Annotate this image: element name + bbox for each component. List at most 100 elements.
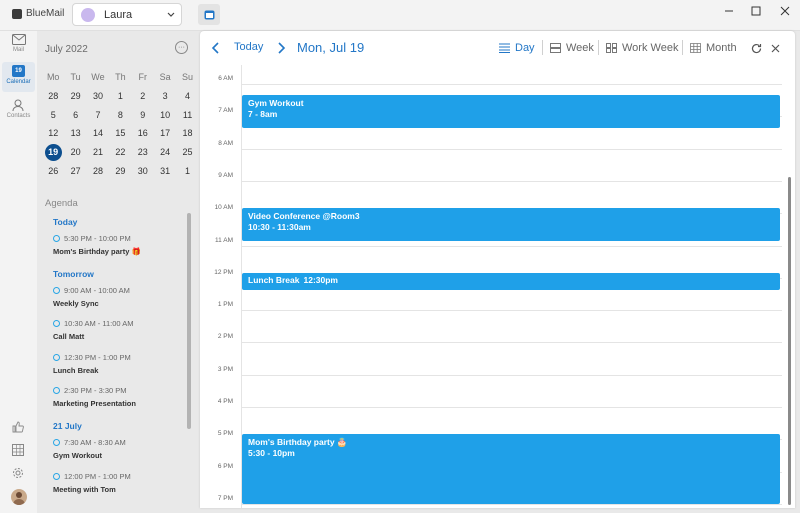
- close-calendar-button[interactable]: [768, 41, 782, 55]
- agenda-item-name[interactable]: Mom's Birthday party 🎁: [53, 247, 141, 256]
- agenda-time-text: 9:00 AM - 10:00 AM: [64, 285, 130, 295]
- mini-calendar-day[interactable]: 12: [42, 124, 64, 143]
- nav-item-contacts[interactable]: Contacts: [2, 96, 35, 126]
- mini-calendar-day[interactable]: 29: [64, 87, 86, 106]
- mini-calendar-day[interactable]: 20: [64, 143, 86, 162]
- agenda-item-time[interactable]: 7:30 AM - 8:30 AM: [53, 438, 126, 447]
- view-day-button[interactable]: Day: [499, 42, 535, 54]
- mini-calendar-day[interactable]: 29: [109, 161, 131, 180]
- day-number: 16: [137, 128, 148, 139]
- nav-item-calendar[interactable]: 19 Calendar: [2, 62, 35, 92]
- event-inline: Lunch Break 12:30pm: [248, 275, 774, 286]
- mini-calendar-day[interactable]: 16: [132, 124, 154, 143]
- hour-gridline: [241, 407, 782, 408]
- mini-calendar-day[interactable]: 17: [154, 124, 176, 143]
- mini-calendar-day[interactable]: 4: [176, 87, 198, 106]
- mini-calendar-day[interactable]: 28: [87, 161, 109, 180]
- day-number: 18: [182, 128, 193, 139]
- close-icon: [771, 44, 779, 52]
- mini-calendar-day[interactable]: 30: [132, 161, 154, 180]
- day-number: 20: [70, 147, 81, 158]
- view-separator: [542, 40, 543, 55]
- agenda-item-time[interactable]: 12:00 PM - 1:00 PM: [53, 472, 131, 481]
- mini-calendar-day[interactable]: 7: [87, 105, 109, 124]
- mini-calendar-day[interactable]: 8: [109, 105, 131, 124]
- mini-calendar-day[interactable]: 18: [176, 124, 198, 143]
- mini-calendar-day[interactable]: 23: [132, 143, 154, 162]
- view-month-button[interactable]: Month: [690, 42, 737, 54]
- app-name: BlueMail: [26, 8, 65, 19]
- agenda-item-time[interactable]: 2:30 PM - 3:30 PM: [53, 386, 127, 395]
- view-week-button[interactable]: Week: [550, 42, 594, 54]
- day-number: 28: [92, 165, 103, 176]
- settings-button[interactable]: [10, 465, 26, 481]
- feedback-button[interactable]: [10, 419, 26, 435]
- timeline-scrollbar[interactable]: [788, 177, 791, 505]
- agenda-item-name[interactable]: Lunch Break: [53, 366, 98, 375]
- mini-calendar-title: July 2022: [45, 44, 88, 55]
- mini-calendar-day[interactable]: 31: [154, 161, 176, 180]
- mini-calendar-day[interactable]: 14: [87, 124, 109, 143]
- mini-calendar-day[interactable]: 22: [109, 143, 131, 162]
- next-day-button[interactable]: [275, 41, 289, 55]
- day-number: 19: [44, 143, 62, 161]
- mini-calendar-day[interactable]: 21: [87, 143, 109, 162]
- mini-calendar-day[interactable]: 2: [132, 87, 154, 106]
- mini-calendar-day[interactable]: 26: [42, 161, 64, 180]
- previous-day-button[interactable]: [208, 41, 222, 55]
- mini-calendar-day[interactable]: 6: [64, 105, 86, 124]
- view-month-label: Month: [706, 42, 737, 54]
- maximize-button[interactable]: [741, 0, 771, 21]
- minimize-button[interactable]: [714, 0, 744, 21]
- agenda-item-name[interactable]: Gym Workout: [53, 451, 102, 460]
- agenda-time-text: 12:30 PM - 1:00 PM: [64, 352, 131, 362]
- hour-gridline: [241, 310, 782, 312]
- agenda-item-time[interactable]: 12:30 PM - 1:00 PM: [53, 353, 131, 362]
- mini-calendar-day[interactable]: 1: [176, 161, 198, 180]
- mini-calendar-day[interactable]: 28: [42, 87, 64, 106]
- calendar-toolbar: Today Mon, Jul 19 Day Week Work Week Mon…: [200, 31, 795, 65]
- agenda-item-name[interactable]: Meeting with Tom: [53, 485, 116, 494]
- mini-calendar-day[interactable]: 3: [154, 87, 176, 106]
- mini-calendar-day[interactable]: 10: [154, 105, 176, 124]
- agenda-item-name[interactable]: Call Matt: [53, 332, 84, 341]
- mini-calendar-today[interactable]: 19: [42, 143, 64, 162]
- hour-label: 12 PM: [214, 268, 233, 276]
- agenda-day-heading: Today: [53, 217, 78, 227]
- agenda-item-name[interactable]: Marketing Presentation: [53, 399, 136, 408]
- calendar-event[interactable]: Gym Workout 7 - 8am: [242, 95, 780, 128]
- day-number: 30: [92, 91, 103, 102]
- calendar-event[interactable]: Lunch Break 12:30pm: [242, 273, 780, 290]
- day-number: 6: [73, 109, 79, 120]
- day-number: 29: [115, 165, 126, 176]
- mini-calendar-day[interactable]: 25: [176, 143, 198, 162]
- user-avatar[interactable]: [11, 489, 27, 505]
- mini-calendar-day[interactable]: 24: [154, 143, 176, 162]
- close-window-button[interactable]: [770, 0, 800, 21]
- day-number: 22: [115, 147, 126, 158]
- agenda-item-time[interactable]: 10:30 AM - 11:00 AM: [53, 319, 134, 328]
- hour-label: 4 PM: [217, 398, 233, 405]
- nav-item-mail[interactable]: Mail: [2, 31, 35, 61]
- calendar-shortcut-button[interactable]: [198, 4, 220, 25]
- agenda-item-time[interactable]: 5:30 PM - 10:00 PM: [53, 234, 131, 243]
- mini-calendar-day[interactable]: 5: [42, 105, 64, 124]
- account-switcher[interactable]: Laura: [72, 3, 182, 26]
- mini-calendar-day[interactable]: 30: [87, 87, 109, 106]
- calendar-event[interactable]: Mom's Birthday party 🎂 5:30 - 10pm: [242, 434, 780, 504]
- agenda-item-time[interactable]: 9:00 AM - 10:00 AM: [53, 286, 130, 295]
- today-button[interactable]: Today: [234, 41, 263, 53]
- agenda-item-name[interactable]: Weekly Sync: [53, 299, 99, 308]
- refresh-button[interactable]: [749, 41, 763, 55]
- mini-calendar-day[interactable]: 15: [109, 124, 131, 143]
- more-options-button[interactable]: ···: [175, 41, 188, 54]
- mini-calendar-day[interactable]: 11: [176, 105, 198, 124]
- mini-calendar-day[interactable]: 1: [109, 87, 131, 106]
- mini-calendar-day[interactable]: 27: [64, 161, 86, 180]
- view-work-week-button[interactable]: Work Week: [606, 42, 678, 54]
- apps-button[interactable]: [10, 442, 26, 458]
- mini-calendar-day[interactable]: 13: [64, 124, 86, 143]
- calendar-event[interactable]: Video Conference @Room3 10:30 - 11:30am: [242, 208, 780, 241]
- agenda-scrollbar[interactable]: [187, 213, 191, 429]
- mini-calendar-day[interactable]: 9: [132, 105, 154, 124]
